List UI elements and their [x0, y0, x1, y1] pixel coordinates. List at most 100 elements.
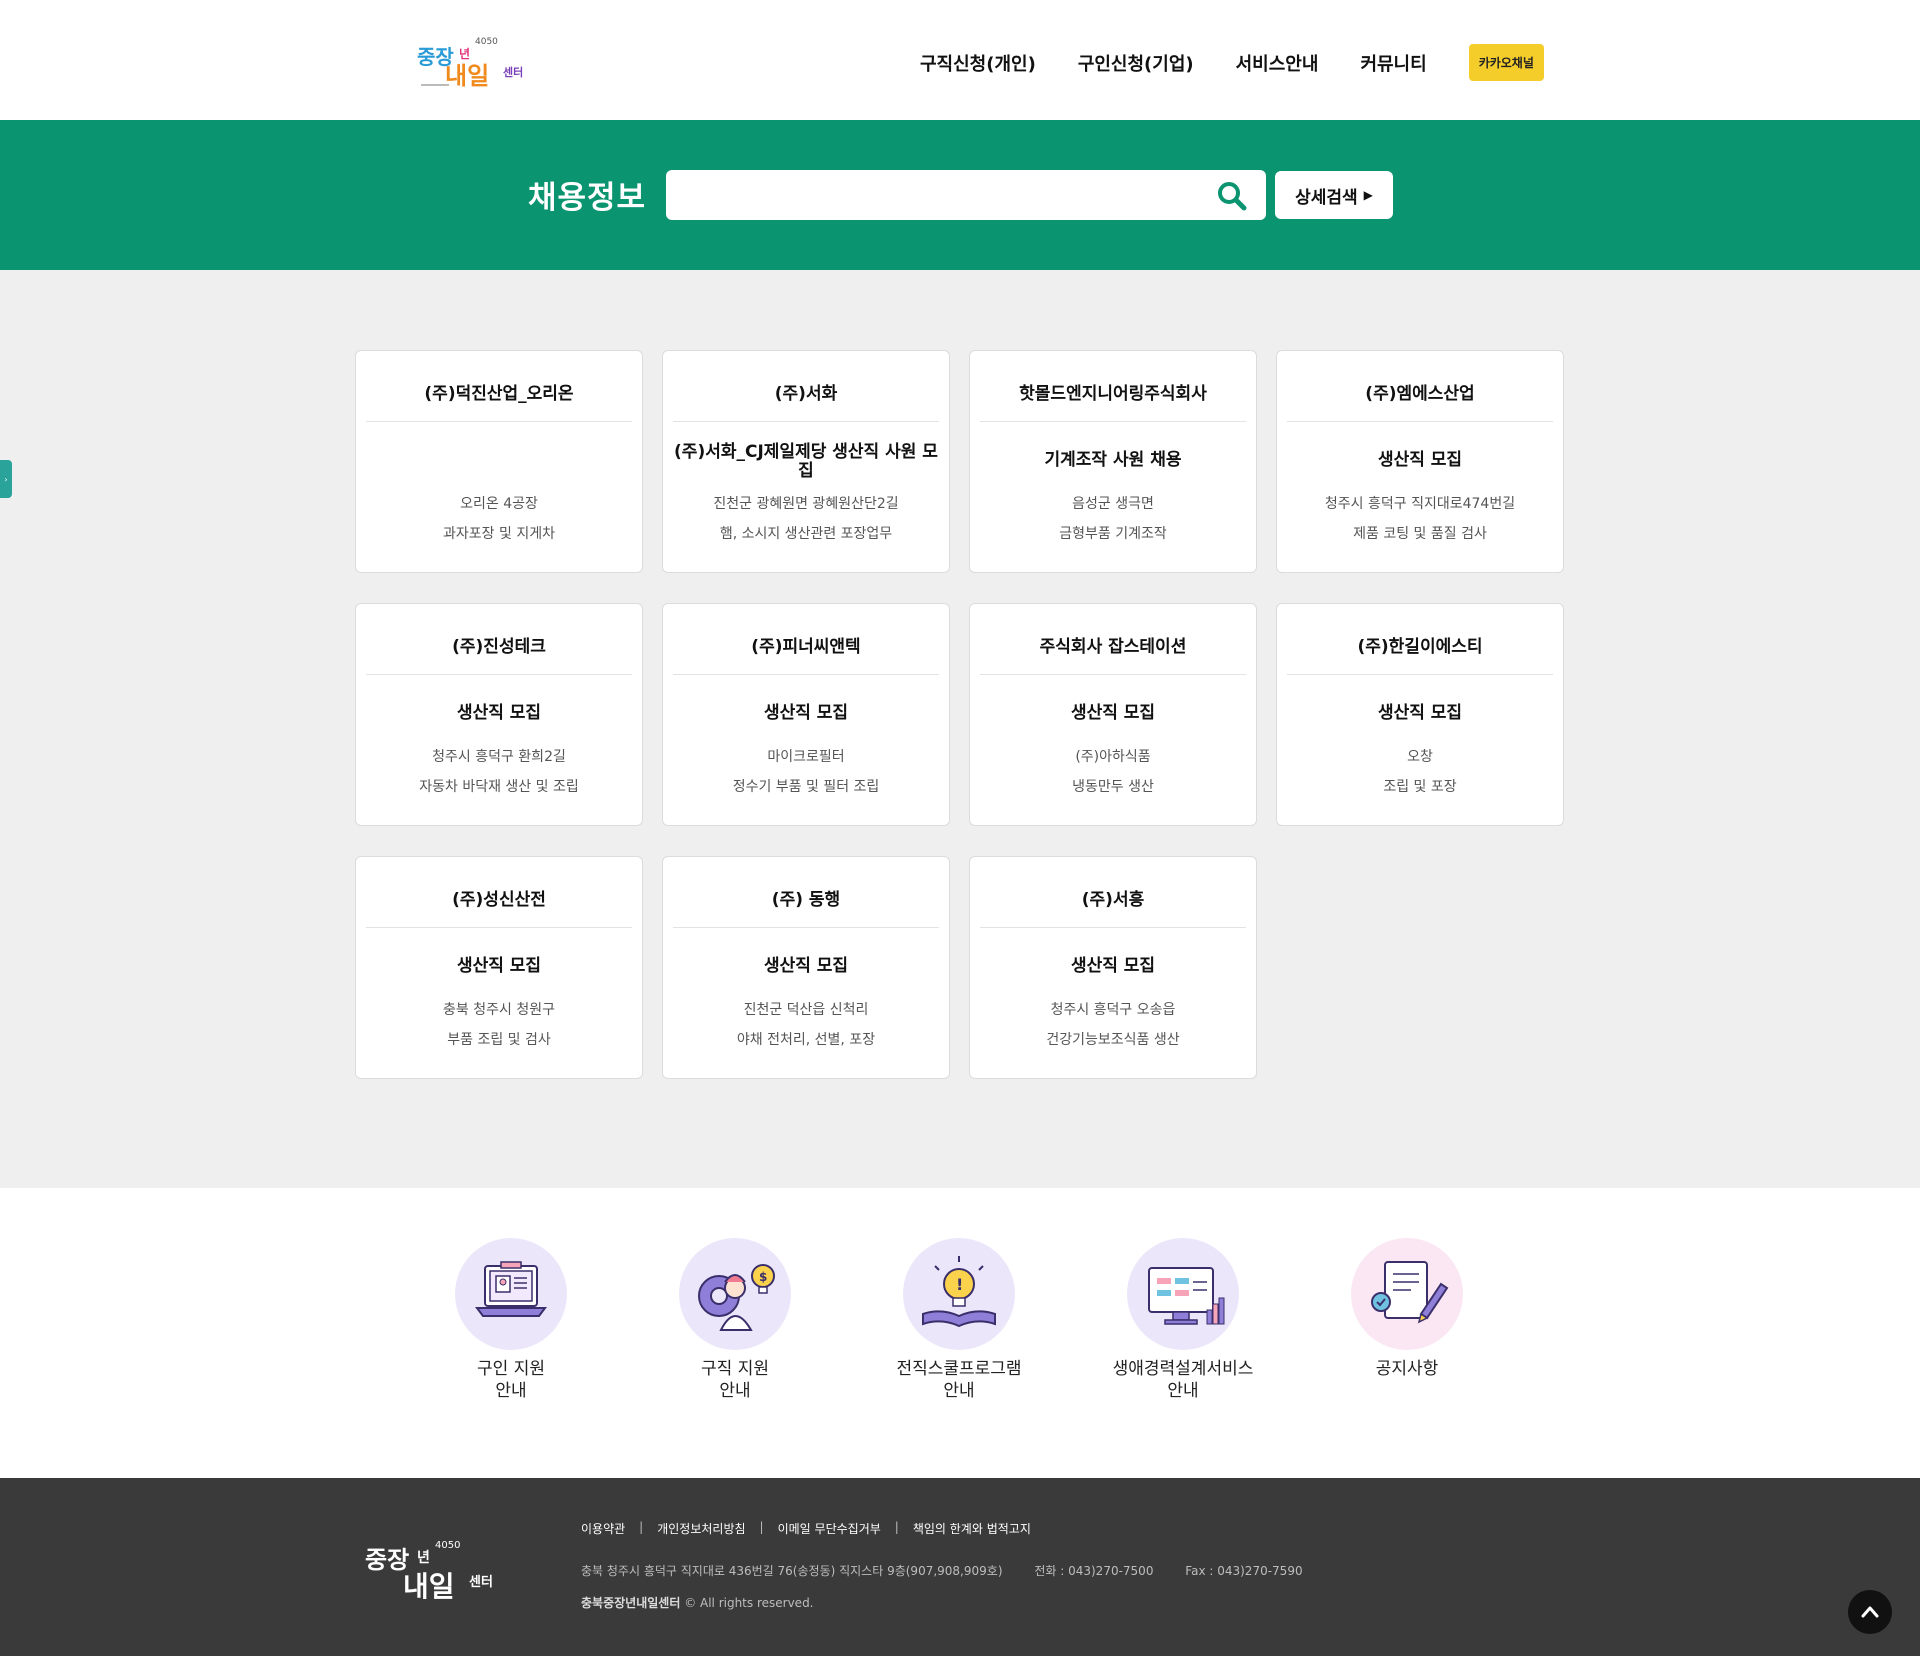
service-notice[interactable]: 공지사항: [1317, 1238, 1497, 1380]
footer-link-privacy[interactable]: 개인정보처리방침: [657, 1520, 745, 1537]
footer-copyright: 충북중장년내일센터 © All rights reserved.: [581, 1594, 814, 1611]
service-label-line1: 생애경력설계서비스: [1112, 1359, 1254, 1379]
site-footer: 중장 년 4050 내일 센터 이용약관 | 개인정보처리방침 | 이메일 무단…: [0, 1478, 1920, 1656]
svg-text:4050: 4050: [435, 1540, 460, 1551]
nav-community[interactable]: 커뮤니티: [1360, 50, 1426, 76]
job-location: 청주시 흥덕구 직지대로474번길: [1324, 496, 1516, 512]
job-title: 생산직 모집: [456, 956, 542, 976]
job-card[interactable]: (주)엠에스산업 생산직 모집 청주시 흥덕구 직지대로474번길 제품 코팅 …: [1276, 350, 1564, 573]
nav-service-info[interactable]: 서비스안내: [1236, 50, 1319, 76]
job-company: (주)덕진산업_오리온: [424, 384, 574, 404]
footer-link-email-refusal[interactable]: 이메일 무단수집거부: [778, 1520, 881, 1537]
card-divider: [673, 927, 939, 928]
job-location: 음성군 생극면: [1072, 496, 1154, 512]
job-title: 생산직 모집: [1377, 703, 1463, 723]
service-label-line2: 안내: [495, 1381, 527, 1401]
job-title: 생산직 모집: [763, 703, 849, 723]
footer-link-separator: |: [639, 1520, 644, 1534]
notice-document-pen-icon: [1351, 1238, 1463, 1350]
job-duty: 제품 코팅 및 품질 검사: [1353, 526, 1487, 542]
card-divider: [366, 421, 632, 422]
job-card[interactable]: (주) 동행 생산직 모집 진천군 덕산읍 신척리 야채 전처리, 선별, 포장: [662, 856, 950, 1079]
service-jobseek-support[interactable]: $ 구직 지원 안내: [645, 1238, 825, 1402]
nav-job-offer[interactable]: 구인신청(기업): [1078, 50, 1194, 76]
copyright-name: 충북중장년내일센터: [581, 1596, 681, 1610]
job-title: 생산직 모집: [1070, 956, 1156, 976]
job-card[interactable]: (주)성신산전 생산직 모집 충북 청주시 청원구 부품 조립 및 검사: [355, 856, 643, 1079]
job-card[interactable]: 핫몰드엔지니어링주식회사 기계조작 사원 채용 음성군 생극면 금형부품 기계조…: [969, 350, 1257, 573]
job-card[interactable]: (주)덕진산업_오리온 오리온 4공장 과자포장 및 지게차: [355, 350, 643, 573]
service-label-line1: 전직스쿨프로그램: [896, 1359, 1022, 1379]
job-card[interactable]: (주)서화 (주)서화_CJ제일제당 생산직 사원 모집 진천군 광혜원면 광혜…: [662, 350, 950, 573]
svg-text:센터: 센터: [503, 65, 523, 79]
svg-text:내일: 내일: [445, 62, 489, 90]
play-arrow-icon: ▶: [1363, 188, 1373, 202]
service-label-line1: 구직 지원: [701, 1359, 769, 1379]
career-monitor-chart-icon: [1127, 1238, 1239, 1350]
service-links: 구인 지원 안내 $ 구직 지원 안내 ! 전직스쿨프로그램 안내 생애경력설계…: [0, 1188, 1920, 1478]
job-location: (주)아하식품: [1075, 749, 1151, 765]
service-label-line2: 안내: [943, 1381, 975, 1401]
svg-text:!: !: [956, 1275, 963, 1294]
search-icon[interactable]: [1216, 180, 1248, 212]
job-card[interactable]: (주)피너씨앤텍 생산직 모집 마이크로필터 정수기 부품 및 필터 조립: [662, 603, 950, 826]
search-input[interactable]: [666, 170, 1206, 220]
svg-text:년: 년: [417, 1550, 430, 1566]
job-card[interactable]: (주)진성테크 생산직 모집 청주시 흥덕구 환희2길 자동차 바닥재 생산 및…: [355, 603, 643, 826]
svg-text:4050: 4050: [475, 37, 498, 47]
service-label-line2: 안내: [1167, 1381, 1199, 1401]
side-panel-toggle[interactable]: ›: [0, 460, 12, 498]
card-divider: [1287, 421, 1553, 422]
copyright-rest: © All rights reserved.: [680, 1596, 814, 1610]
service-recruit-support[interactable]: 구인 지원 안내: [421, 1238, 601, 1402]
detail-search-label: 상세검색: [1295, 187, 1358, 208]
card-divider: [366, 927, 632, 928]
svg-text:년: 년: [459, 47, 470, 61]
lightbulb-book-icon: !: [903, 1238, 1015, 1350]
main-nav: 구직신청(개인) 구인신청(기업) 서비스안내 커뮤니티 카카오채널: [920, 44, 1544, 81]
job-company: (주)서화: [774, 384, 838, 404]
card-divider: [673, 674, 939, 675]
job-duty: 냉동만두 생산: [1072, 779, 1154, 795]
card-divider: [673, 421, 939, 422]
job-card[interactable]: (주)서흥 생산직 모집 청주시 흥덕구 오송읍 건강기능보조식품 생산: [969, 856, 1257, 1079]
job-location: 오리온 4공장: [460, 496, 538, 512]
job-location: 마이크로필터: [767, 749, 845, 765]
job-company: (주)엠에스산업: [1365, 384, 1475, 404]
card-divider: [1287, 674, 1553, 675]
service-career-school[interactable]: ! 전직스쿨프로그램 안내: [869, 1238, 1049, 1402]
job-title: 생산직 모집: [456, 703, 542, 723]
job-title: (주)서화_CJ제일제당 생산직 사원 모집: [674, 442, 938, 481]
footer-link-separator: |: [759, 1520, 764, 1534]
job-duty: 부품 조립 및 검사: [447, 1032, 551, 1048]
job-card[interactable]: (주)한길이에스티 생산직 모집 오창 조립 및 포장: [1276, 603, 1564, 826]
job-title: 생산직 모집: [1377, 450, 1463, 470]
scroll-top-button[interactable]: [1848, 1590, 1892, 1634]
footer-link-disclaimer[interactable]: 책임의 한계와 법적고지: [913, 1520, 1031, 1537]
service-label-line2: 안내: [719, 1381, 751, 1401]
job-title: 생산직 모집: [1070, 703, 1156, 723]
kakao-channel-button[interactable]: 카카오채널: [1468, 44, 1544, 81]
job-duty: 정수기 부품 및 필터 조립: [732, 779, 880, 795]
footer-links: 이용약관 | 개인정보처리방침 | 이메일 무단수집거부 | 책임의 한계와 법…: [581, 1520, 1031, 1537]
nav-job-seek[interactable]: 구직신청(개인): [920, 50, 1036, 76]
search-box: [666, 170, 1266, 220]
site-header: 중장 년 4050 내일 센터 구직신청(개인) 구인신청(기업) 서비스안내 …: [0, 0, 1920, 120]
job-posting-laptop-icon: [455, 1238, 567, 1350]
svg-text:센터: 센터: [469, 1574, 493, 1590]
card-divider: [366, 674, 632, 675]
card-divider: [980, 421, 1246, 422]
service-career-design[interactable]: 생애경력설계서비스 안내: [1093, 1238, 1273, 1402]
card-divider: [980, 927, 1246, 928]
detail-search-button[interactable]: 상세검색 ▶: [1275, 171, 1393, 219]
job-duty: 자동차 바닥재 생산 및 조립: [419, 779, 579, 795]
job-card[interactable]: 주식회사 잡스테이션 생산직 모집 (주)아하식품 냉동만두 생산: [969, 603, 1257, 826]
svg-text:내일: 내일: [403, 1570, 455, 1603]
job-company: (주)서흥: [1081, 890, 1145, 910]
card-divider: [980, 674, 1246, 675]
page-title: 채용정보: [528, 180, 647, 216]
job-title: 생산직 모집: [763, 956, 849, 976]
footer-link-terms[interactable]: 이용약관: [581, 1520, 625, 1537]
footer-address: 충북 청주시 흥덕구 직지대로 436번길 76(송정동) 직지스타 9층(90…: [581, 1564, 1003, 1578]
logo-image[interactable]: 중장 년 4050 내일 센터: [415, 28, 535, 92]
